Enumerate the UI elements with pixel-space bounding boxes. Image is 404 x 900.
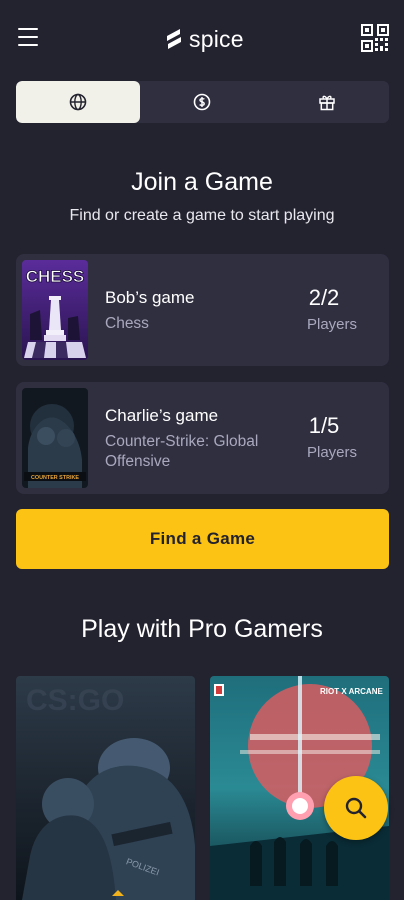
svg-text:CS:GO: CS:GO (26, 684, 124, 717)
game-host-name: Charlie’s game (105, 406, 219, 425)
chess-thumbnail: CHESS (22, 260, 88, 360)
brand-logo: spice (163, 24, 244, 54)
game-host-name: Bob’s game (105, 288, 195, 307)
brand-name: spice (189, 25, 244, 52)
join-subtitle: Find or create a game to start playing (69, 207, 335, 224)
tab-wagers[interactable] (140, 81, 264, 123)
gift-icon (319, 95, 335, 111)
join-title: Join a Game (131, 168, 273, 196)
tab-games[interactable] (16, 81, 141, 123)
search-icon (345, 797, 367, 819)
counter-strike-thumbnail: COUNTER STRIKE (22, 388, 88, 488)
pro-gamers-title: Play with Pro Gamers (81, 615, 323, 643)
counter-strike-artwork: CS:GO POLIZEI (16, 676, 195, 900)
search-fab[interactable] (324, 776, 388, 840)
app-header: spice (0, 0, 404, 78)
qr-code-icon[interactable] (361, 24, 389, 52)
game-title: Chess (105, 315, 149, 332)
spice-logo-icon (167, 29, 181, 49)
mode-tabs (16, 81, 389, 123)
player-count: 1/5 (308, 413, 340, 438)
player-count-label: Players (306, 316, 358, 333)
player-count: 2/2 (308, 285, 340, 310)
find-game-button[interactable]: Find a Game (16, 509, 389, 569)
hamburger-menu-icon[interactable] (18, 28, 38, 46)
dollar-coin-icon (194, 93, 211, 111)
svg-text:CHESS: CHESS (26, 267, 85, 286)
game-card[interactable]: CHESS Bob’s game Chess 2/2 Players (16, 254, 389, 366)
svg-text:COUNTER STRIKE: COUNTER STRIKE (31, 475, 79, 481)
pro-gamer-card-counter-strike[interactable]: CS:GO POLIZEI (16, 676, 195, 900)
globe-icon (69, 93, 87, 111)
game-title: Counter-Strike: Global Offensive (105, 433, 259, 470)
tab-rewards[interactable] (265, 81, 389, 123)
game-card[interactable]: COUNTER STRIKE Charlie’s game Counter-St… (16, 382, 389, 494)
player-count-label: Players (306, 444, 358, 461)
svg-text:RIOT X ARCANE: RIOT X ARCANE (320, 687, 383, 696)
